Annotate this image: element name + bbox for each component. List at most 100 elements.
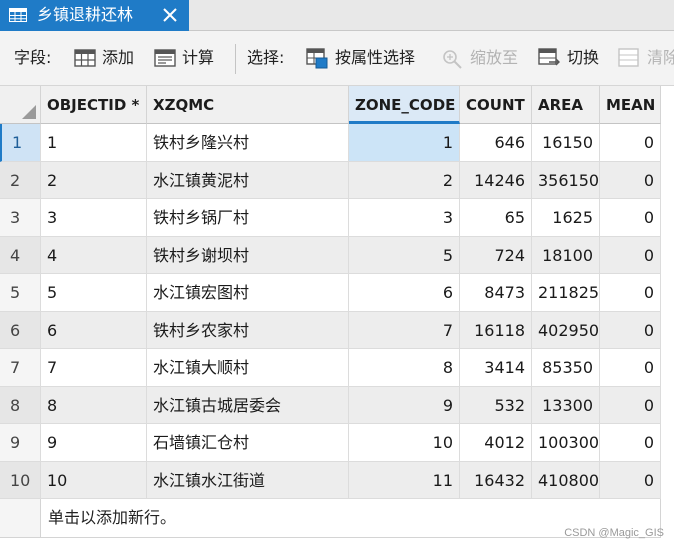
column-header-area[interactable]: AREA [532,86,600,124]
cell-count[interactable]: 724 [460,236,532,274]
select-all-corner[interactable] [0,86,41,124]
cell-xzqmc[interactable]: 铁村乡隆兴村 [147,124,349,162]
cell-count[interactable]: 532 [460,386,532,424]
switch-selection-icon[interactable] [537,46,561,70]
cell-xzqmc[interactable]: 铁村乡锅厂村 [147,199,349,237]
row-header[interactable]: 3 [0,199,41,237]
row-header[interactable]: 10 [0,461,41,499]
cell-zone-code[interactable]: 7 [349,311,460,349]
cell-xzqmc[interactable]: 石墙镇汇仓村 [147,424,349,462]
cell-area[interactable]: 1625 [532,199,600,237]
cell-count[interactable]: 4012 [460,424,532,462]
cell-area[interactable]: 402950 [532,311,600,349]
cell-mean[interactable]: 0 [600,386,661,424]
cell-area[interactable]: 356150 [532,161,600,199]
cell-count[interactable]: 14246 [460,161,532,199]
cell-count[interactable]: 16432 [460,461,532,499]
cell-xzqmc[interactable]: 铁村乡农家村 [147,311,349,349]
zoom-to-button[interactable]: 缩放至 [470,48,518,68]
cell-zone-code[interactable]: 5 [349,236,460,274]
table-row[interactable]: 1 1 铁村乡隆兴村 1 646 16150 0 [0,124,674,162]
cell-xzqmc[interactable]: 水江镇古城居委会 [147,386,349,424]
row-header[interactable]: 2 [0,161,41,199]
cell-zone-code[interactable]: 9 [349,386,460,424]
cell-mean[interactable]: 0 [600,311,661,349]
table-row[interactable]: 2 2 水江镇黄泥村 2 14246 356150 0 [0,161,674,199]
cell-objectid[interactable]: 3 [41,199,147,237]
table-row[interactable]: 4 4 铁村乡谢坝村 5 724 18100 0 [0,236,674,274]
cell-area[interactable]: 18100 [532,236,600,274]
cell-mean[interactable]: 0 [600,161,661,199]
cell-zone-code[interactable]: 11 [349,461,460,499]
column-header-count[interactable]: COUNT [460,86,532,124]
cell-objectid[interactable]: 8 [41,386,147,424]
calculate-field-icon[interactable] [153,46,177,70]
table-row[interactable]: 7 7 水江镇大顺村 8 3414 85350 0 [0,349,674,387]
switch-selection-button[interactable]: 切换 [567,48,599,68]
close-icon[interactable] [160,5,180,25]
column-header-xzqmc[interactable]: XZQMC [147,86,349,124]
cell-objectid[interactable]: 9 [41,424,147,462]
row-header[interactable]: 6 [0,311,41,349]
calculate-field-button[interactable]: 计算 [182,48,214,68]
cell-count[interactable]: 3414 [460,349,532,387]
cell-area[interactable]: 410800 [532,461,600,499]
row-header[interactable]: 5 [0,274,41,312]
cell-mean[interactable]: 0 [600,461,661,499]
row-header[interactable]: 7 [0,349,41,387]
cell-count[interactable]: 65 [460,199,532,237]
cell-xzqmc[interactable]: 水江镇宏图村 [147,274,349,312]
row-header[interactable]: 1 [0,124,41,162]
cell-area[interactable]: 100300 [532,424,600,462]
cell-mean[interactable]: 0 [600,236,661,274]
table-row[interactable]: 6 6 铁村乡农家村 7 16118 402950 0 [0,311,674,349]
select-by-attribute-icon[interactable] [305,46,329,70]
row-header[interactable]: 4 [0,236,41,274]
cell-objectid[interactable]: 2 [41,161,147,199]
table-row[interactable]: 3 3 铁村乡锅厂村 3 65 1625 0 [0,199,674,237]
cell-xzqmc[interactable]: 水江镇黄泥村 [147,161,349,199]
cell-mean[interactable]: 0 [600,424,661,462]
tab-attribute-table[interactable]: 乡镇退耕还林 [0,0,189,31]
cell-objectid[interactable]: 1 [41,124,147,162]
row-header[interactable]: 8 [0,386,41,424]
table-row[interactable]: 9 9 石墙镇汇仓村 10 4012 100300 0 [0,424,674,462]
cell-mean[interactable]: 0 [600,199,661,237]
column-header-zone-code[interactable]: ZONE_CODE [349,86,460,124]
table-row[interactable]: 5 5 水江镇宏图村 6 8473 211825 0 [0,274,674,312]
cell-area[interactable]: 13300 [532,386,600,424]
cell-objectid[interactable]: 5 [41,274,147,312]
cell-zone-code[interactable]: 6 [349,274,460,312]
cell-zone-code[interactable]: 3 [349,199,460,237]
cell-area[interactable]: 211825 [532,274,600,312]
add-field-icon[interactable] [73,46,97,70]
cell-objectid[interactable]: 4 [41,236,147,274]
clear-selection-button[interactable]: 清除 [647,48,674,68]
cell-xzqmc[interactable]: 水江镇水江街道 [147,461,349,499]
cell-zone-code[interactable]: 10 [349,424,460,462]
cell-xzqmc[interactable]: 铁村乡谢坝村 [147,236,349,274]
cell-zone-code[interactable]: 1 [349,124,460,162]
cell-area[interactable]: 16150 [532,124,600,162]
clear-selection-icon[interactable] [617,46,641,70]
column-header-objectid[interactable]: OBJECTID * [41,86,147,124]
cell-objectid[interactable]: 7 [41,349,147,387]
add-field-button[interactable]: 添加 [102,48,134,68]
select-by-attribute-button[interactable]: 按属性选择 [335,48,415,68]
cell-mean[interactable]: 0 [600,349,661,387]
cell-area[interactable]: 85350 [532,349,600,387]
zoom-to-icon[interactable] [440,46,464,70]
cell-objectid[interactable]: 6 [41,311,147,349]
cell-zone-code[interactable]: 2 [349,161,460,199]
cell-mean[interactable]: 0 [600,124,661,162]
row-header[interactable]: 9 [0,424,41,462]
cell-count[interactable]: 16118 [460,311,532,349]
cell-count[interactable]: 646 [460,124,532,162]
cell-mean[interactable]: 0 [600,274,661,312]
column-header-mean[interactable]: MEAN [600,86,661,124]
table-row[interactable]: 8 8 水江镇古城居委会 9 532 13300 0 [0,386,674,424]
table-row[interactable]: 10 10 水江镇水江街道 11 16432 410800 0 [0,461,674,499]
cell-objectid[interactable]: 10 [41,461,147,499]
cell-zone-code[interactable]: 8 [349,349,460,387]
cell-count[interactable]: 8473 [460,274,532,312]
